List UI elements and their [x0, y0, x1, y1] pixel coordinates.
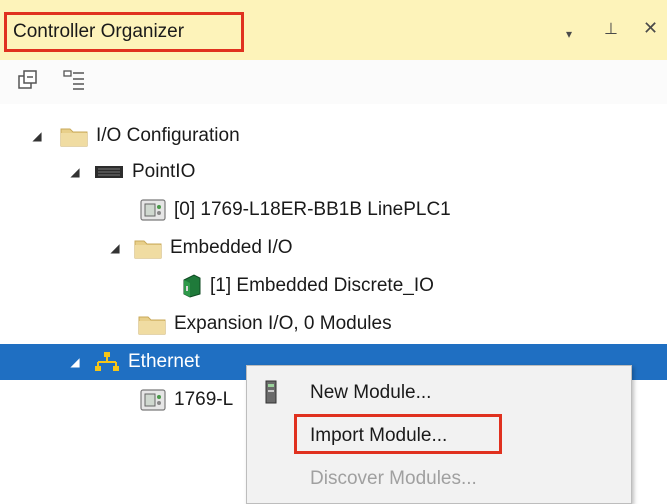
panel-header: Controller Organizer ▾ ⊥ ✕ — [0, 0, 667, 60]
expanded-triangle-icon[interactable]: ◢ — [106, 241, 124, 255]
tree-item-embedded-discrete[interactable]: [1] Embedded Discrete_IO — [180, 268, 434, 304]
menu-item-label: Discover Modules... — [310, 468, 477, 489]
module-icon — [265, 380, 277, 410]
controller-organizer-panel: Controller Organizer ▾ ⊥ ✕ ◢ I/O Configu… — [0, 0, 667, 504]
tree-item-label: [1] Embedded Discrete_IO — [210, 275, 434, 296]
tree-item-ethernet-module[interactable]: 1769-L — [140, 382, 233, 418]
folder-icon — [134, 237, 162, 259]
close-icon[interactable]: ✕ — [643, 18, 658, 38]
tree-item-label: Embedded I/O — [170, 237, 293, 258]
backplane-icon — [94, 164, 124, 180]
controller-module-icon — [140, 198, 166, 222]
io-module-icon — [180, 274, 202, 298]
dropdown-icon[interactable]: ▾ — [566, 24, 572, 44]
expanded-triangle-icon[interactable]: ◢ — [28, 129, 46, 143]
expanded-triangle-icon[interactable]: ◢ — [66, 165, 84, 179]
tree-item-embedded-io[interactable]: ◢ Embedded I/O — [106, 230, 293, 266]
tree-item-label: PointIO — [132, 161, 196, 182]
tree-item-label: 1769-L — [174, 389, 234, 410]
collapse-all-icon[interactable] — [16, 68, 40, 92]
panel-title: Controller Organizer — [4, 12, 244, 52]
tree-item-ethernet[interactable]: ◢ Ethernet — [66, 344, 200, 380]
expanded-triangle-icon[interactable]: ◢ — [66, 355, 84, 369]
menu-item-label: New Module... — [310, 382, 432, 403]
menu-item-discover-modules[interactable]: Discover Modules... — [247, 460, 633, 498]
tree-item-label: [0] 1769-L18ER-BB1B LinePLC1 — [174, 199, 451, 220]
tree-item-label: Expansion I/O, 0 Modules — [174, 313, 392, 334]
network-icon — [94, 351, 120, 373]
tree-item-pointio[interactable]: ◢ PointIO — [66, 154, 195, 190]
menu-item-new-module[interactable]: New Module... — [247, 374, 633, 412]
view-options-icon[interactable] — [62, 68, 86, 92]
pin-icon[interactable]: ⊥ — [604, 20, 618, 40]
tree-item-label: I/O Configuration — [96, 125, 240, 146]
folder-icon — [138, 313, 166, 335]
tree-item-controller[interactable]: [0] 1769-L18ER-BB1B LinePLC1 — [140, 192, 451, 228]
tree-item-io-configuration[interactable]: ◢ I/O Configuration — [28, 118, 240, 154]
controller-module-icon — [140, 388, 166, 412]
import-module-highlight — [294, 414, 502, 454]
tree-item-label: Ethernet — [128, 351, 200, 372]
panel-title-text: Controller Organizer — [13, 21, 185, 42]
folder-icon — [60, 125, 88, 147]
tree-item-expansion-io[interactable]: Expansion I/O, 0 Modules — [138, 306, 392, 342]
toolbar — [0, 60, 667, 104]
